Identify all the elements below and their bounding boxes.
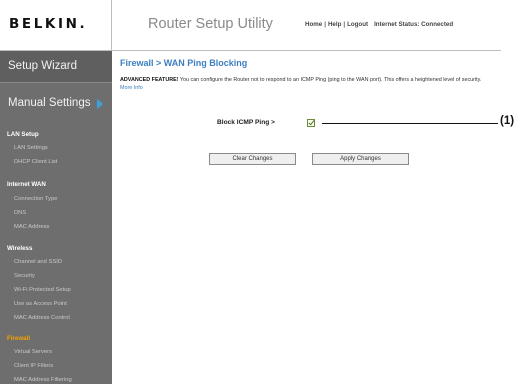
home-link[interactable]: Home: [305, 21, 322, 28]
advanced-feature-label: ADVANCED FEATURE!: [120, 77, 179, 83]
callout-label: (1): [500, 115, 515, 127]
manual-settings-label: Manual Settings: [8, 97, 91, 109]
sidebar-item-lan-settings[interactable]: LAN Settings: [14, 145, 48, 151]
sidebar-item-mac-address-filtering[interactable]: MAC Address Filtering: [14, 377, 72, 383]
sidebar: Setup Wizard Manual Settings LAN Setup L…: [0, 51, 112, 384]
sidebar-item-wps[interactable]: Wi-Fi Protected Setup: [14, 287, 71, 293]
sidebar-item-channel-ssid[interactable]: Channel and SSID: [14, 259, 62, 265]
sidebar-item-mac-address-control[interactable]: MAC Address Control: [14, 315, 70, 321]
block-icmp-ping-checkbox[interactable]: [307, 119, 315, 127]
logout-link[interactable]: Logout: [347, 21, 368, 28]
sidebar-item-virtual-servers[interactable]: Virtual Servers: [14, 349, 52, 355]
sidebar-item-client-ip-filters[interactable]: Client IP Filters: [14, 363, 53, 369]
sidebar-item-connection-type[interactable]: Connection Type: [14, 196, 57, 202]
description: ADVANCED FEATURE! You can configure the …: [120, 77, 495, 92]
sidebar-item-dns[interactable]: DNS: [14, 210, 26, 216]
app-title: Router Setup Utility: [148, 16, 273, 32]
sidebar-item-mac-address[interactable]: MAC Address: [14, 224, 49, 230]
sidebar-section-wireless: Wireless: [7, 245, 33, 252]
apply-changes-button[interactable]: Apply Changes: [312, 153, 409, 165]
page-title: Firewall > WAN Ping Blocking: [120, 58, 248, 68]
sidebar-section-firewall: Firewall: [7, 335, 31, 342]
block-icmp-ping-label: Block ICMP Ping >: [217, 119, 275, 126]
description-text: You can configure the Router not to resp…: [178, 77, 482, 83]
sidebar-item-access-point[interactable]: Use as Access Point: [14, 301, 67, 307]
sidebar-section-internet-wan: Internet WAN: [7, 181, 46, 188]
belkin-logo: BELKIN.: [9, 16, 88, 32]
setup-wizard-link[interactable]: Setup Wizard: [0, 51, 112, 83]
help-link[interactable]: Help: [328, 21, 341, 28]
setup-wizard-label: Setup Wizard: [8, 60, 78, 72]
router-frame: BELKIN. Router Setup Utility Home | Help | L…: [0, 0, 501, 384]
arrow-right-icon: [97, 99, 103, 109]
sidebar-item-security[interactable]: Security: [14, 273, 35, 279]
internet-status: Internet Status: Connected: [374, 21, 454, 28]
clear-changes-button[interactable]: Clear Changes: [209, 153, 296, 165]
sidebar-section-lan-setup: LAN Setup: [7, 131, 39, 138]
main-content: Firewall > WAN Ping Blocking ADVANCED FE…: [112, 51, 501, 384]
more-info-link[interactable]: More Info: [120, 85, 143, 91]
sidebar-item-dhcp-client-list[interactable]: DHCP Client List: [14, 159, 57, 165]
callout-line: [322, 123, 498, 124]
logo-area: BELKIN.: [0, 0, 112, 51]
manual-settings-link[interactable]: Manual Settings: [0, 83, 112, 125]
header-bar: Router Setup Utility Home | Help | Logout Int…: [112, 0, 501, 51]
top-links: Home | Help | Logout Internet Status: Connect…: [305, 21, 453, 28]
